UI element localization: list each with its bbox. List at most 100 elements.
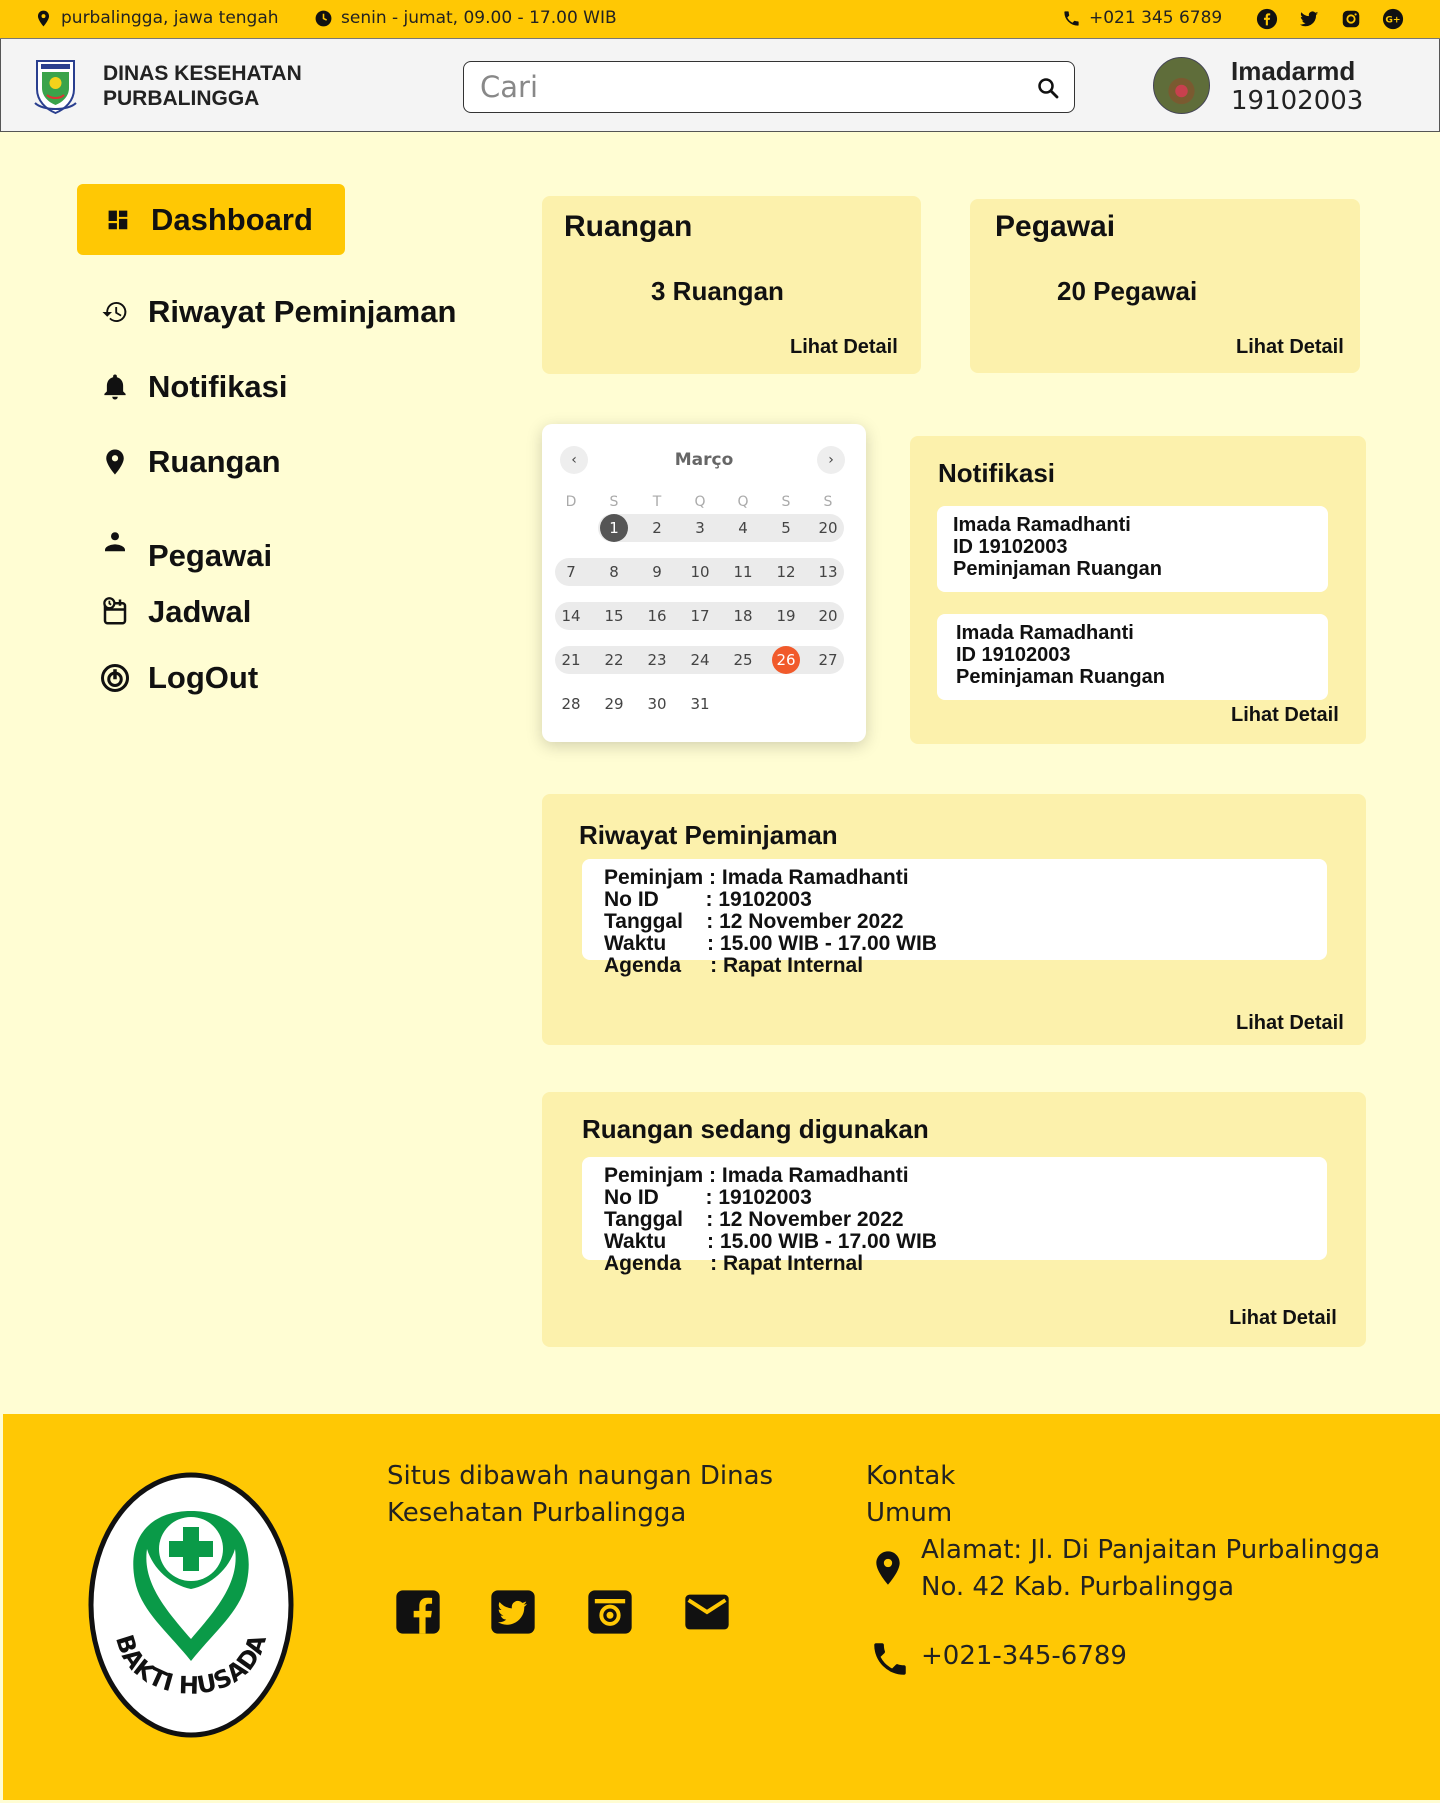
facebook-icon[interactable] — [1256, 8, 1278, 30]
sidebar-item-label: Riwayat Peminjaman — [148, 294, 457, 329]
calendar-weekday: T — [652, 494, 662, 510]
calendar-weekday: Q — [694, 494, 706, 510]
hours-info: senin - jumat, 09.00 - 17.00 WIB — [314, 8, 617, 28]
calendar-day[interactable]: 16 — [637, 602, 677, 630]
calendar-day[interactable]: 13 — [808, 558, 848, 586]
detail-line-peminjam: Peminjam : Imada Ramadhanti — [604, 1164, 909, 1187]
calendar-weekday: S — [609, 494, 619, 510]
calendar-day[interactable]: 24 — [680, 646, 720, 674]
calendar-day[interactable]: 4 — [723, 514, 763, 542]
calendar-day[interactable]: 29 — [594, 690, 634, 718]
detail-line-tanggal: Tanggal : 12 November 2022 — [604, 1208, 904, 1231]
calendar-day[interactable]: 18 — [723, 602, 763, 630]
calendar-day[interactable]: 8 — [594, 558, 634, 586]
instagram-icon[interactable] — [584, 1586, 636, 1638]
sidebar-item-pegawai[interactable]: Pegawai — [100, 516, 272, 574]
riwayat-detail-box[interactable]: Peminjam : Imada Ramadhanti No ID : 1910… — [582, 859, 1327, 977]
top-info-bar: purbalingga, jawa tengah senin - jumat, … — [0, 0, 1440, 39]
notification-item[interactable]: Imada Ramadhanti ID 19102003 Peminjaman … — [937, 506, 1328, 592]
brand-line-2: PURBALINGGA — [103, 87, 260, 110]
pegawai-detail-link[interactable]: Lihat Detail — [1236, 336, 1344, 359]
svg-text:G+: G+ — [1385, 15, 1400, 26]
calendar-day[interactable]: 2 — [637, 514, 677, 542]
social-links: G+ — [1256, 8, 1404, 30]
calendar-weekday: S — [781, 494, 791, 510]
sidebar-item-dashboard[interactable]: Dashboard — [77, 184, 345, 255]
calendar-day[interactable]: 31 — [680, 690, 720, 718]
calendar-day[interactable]: 25 — [723, 646, 763, 674]
footer: BAKTI HUSADA Situs dibawah naungan Dinas… — [3, 1414, 1440, 1800]
riwayat-card-title: Riwayat Peminjaman — [579, 820, 838, 850]
sidebar-item-logout[interactable]: LogOut — [100, 660, 258, 696]
search-icon[interactable] — [1036, 76, 1060, 100]
calendar-day[interactable]: 22 — [594, 646, 634, 674]
calendar-day[interactable]: 28 — [551, 690, 591, 718]
sidebar-item-jadwal[interactable]: Jadwal — [100, 594, 251, 630]
hours-text: senin - jumat, 09.00 - 17.00 WIB — [341, 8, 617, 28]
bell-icon — [104, 374, 126, 400]
search-input[interactable] — [480, 70, 1000, 104]
sidebar-item-ruangan[interactable]: Ruangan — [100, 444, 281, 480]
notification-type: Peminjaman Ruangan — [956, 666, 1165, 688]
detail-line-waktu: Waktu : 15.00 WIB - 17.00 WIB — [604, 1230, 937, 1253]
google-plus-icon[interactable]: G+ — [1382, 8, 1404, 30]
calendar-day[interactable]: 23 — [637, 646, 677, 674]
twitter-icon[interactable] — [487, 1586, 539, 1638]
dashboard-icon — [108, 210, 128, 229]
sidebar-item-notifikasi[interactable]: Notifikasi — [100, 369, 288, 405]
phone-text: +021 345 6789 — [1089, 8, 1223, 28]
footer-about-line-1: Situs dibawah naungan Dinas — [387, 1461, 774, 1491]
footer-about: Situs dibawah naungan Dinas Kesehatan Pu… — [387, 1458, 773, 1532]
calendar-day[interactable]: 19 — [766, 602, 806, 630]
footer-about-line-2: Kesehatan Purbalingga — [387, 1498, 687, 1528]
notifikasi-detail-link[interactable]: Lihat Detail — [1231, 704, 1339, 727]
calendar-day[interactable]: 21 — [551, 646, 591, 674]
sidebar-item-label: Jadwal — [148, 594, 252, 629]
calendar-day[interactable]: 14 — [551, 602, 591, 630]
instagram-icon[interactable] — [1340, 8, 1362, 30]
location-pin-icon — [37, 10, 50, 26]
mail-icon[interactable] — [681, 1586, 733, 1638]
header: DINAS KESEHATAN PURBALINGGA Imadarmd 191… — [0, 39, 1440, 132]
calendar-day[interactable]: 20 — [808, 602, 848, 630]
calendar-weekday: D — [565, 494, 577, 510]
location-info: purbalingga, jawa tengah — [34, 8, 279, 28]
history-icon — [102, 301, 127, 322]
brand-name[interactable]: DINAS KESEHATAN PURBALINGGA — [103, 61, 343, 111]
footer-address-line-1: Alamat: Jl. Di Panjaitan Purbalingga — [921, 1535, 1381, 1565]
ruangan-digunakan-title: Ruangan sedang digunakan — [582, 1114, 929, 1144]
calendar-day[interactable]: 10 — [680, 558, 720, 586]
facebook-icon[interactable] — [392, 1586, 444, 1638]
purbalingga-crest-logo[interactable] — [33, 55, 78, 115]
calendar-day[interactable]: 7 — [551, 558, 591, 586]
calendar-weekday: S — [823, 494, 833, 510]
calendar-day[interactable]: 26 — [772, 646, 800, 674]
user-name[interactable]: Imadarmd — [1231, 56, 1355, 87]
ruangan-detail-link[interactable]: Lihat Detail — [790, 336, 898, 359]
sidebar-item-riwayat[interactable]: Riwayat Peminjaman — [100, 294, 456, 330]
calendar-day[interactable]: 15 — [594, 602, 634, 630]
calendar-day[interactable]: 12 — [766, 558, 806, 586]
footer-address-line-2: No. 42 Kab. Purbalingga — [921, 1572, 1235, 1602]
footer-phone[interactable]: +021-345-6789 — [921, 1638, 1127, 1675]
ruangan-digunakan-detail-box[interactable]: Peminjam : Imada Ramadhanti No ID : 1910… — [582, 1157, 1327, 1275]
calendar-day[interactable]: 17 — [680, 602, 720, 630]
calendar-next-button[interactable]: › — [817, 446, 845, 474]
calendar-day[interactable]: 11 — [723, 558, 763, 586]
calendar-day[interactable]: 5 — [766, 514, 806, 542]
twitter-icon[interactable] — [1298, 8, 1320, 30]
footer-contact-title: Kontak Umum — [866, 1458, 955, 1532]
riwayat-detail-link[interactable]: Lihat Detail — [1236, 1012, 1344, 1035]
notification-item[interactable]: Imada Ramadhanti ID 19102003 Peminjaman … — [937, 614, 1328, 700]
calendar-day[interactable]: 30 — [637, 690, 677, 718]
calendar-day[interactable]: 1 — [600, 514, 628, 542]
location-pin-icon — [106, 449, 124, 475]
calendar-day[interactable]: 27 — [808, 646, 848, 674]
calendar-day[interactable]: 20 — [808, 514, 848, 542]
ruangan-digunakan-detail-link[interactable]: Lihat Detail — [1229, 1307, 1337, 1330]
calendar-day[interactable]: 9 — [637, 558, 677, 586]
phone-info[interactable]: +021 345 6789 — [1062, 8, 1222, 28]
clock-icon — [315, 10, 332, 26]
avatar[interactable] — [1153, 57, 1210, 114]
calendar-day[interactable]: 3 — [680, 514, 720, 542]
